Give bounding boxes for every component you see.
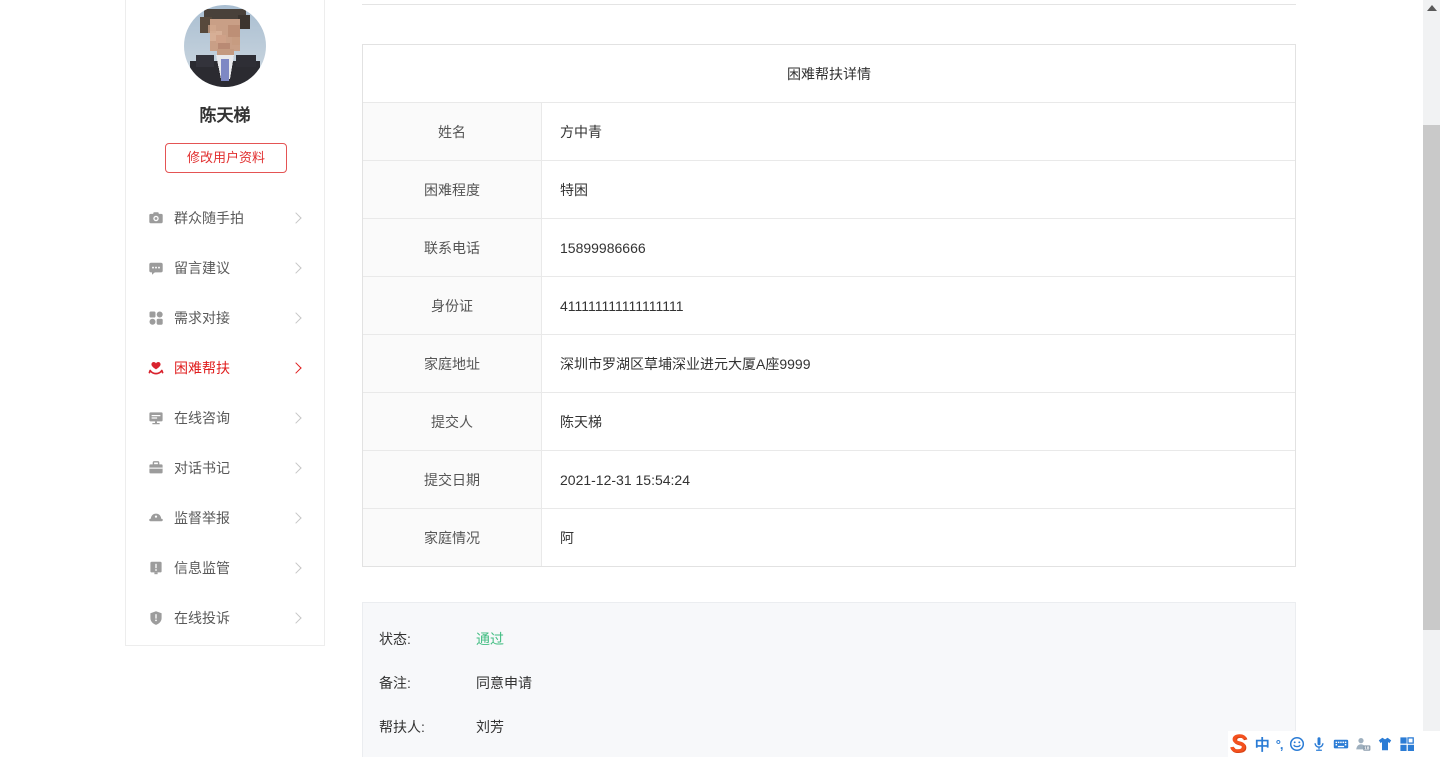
keyboard-icon[interactable]	[1333, 736, 1349, 752]
sogou-logo-icon[interactable]: S	[1230, 731, 1247, 757]
svg-text:18: 18	[1364, 746, 1370, 751]
sidebar-item-xinxi[interactable]: 信息监管	[126, 543, 324, 593]
row-value: 2021-12-31 15:54:24	[542, 451, 1295, 508]
row-value: 陈天梯	[542, 393, 1295, 450]
table-row: 联系电话 15899986666	[363, 218, 1295, 276]
detail-table-title: 困难帮扶详情	[363, 45, 1295, 102]
sidebar-item-suishoupai[interactable]: 群众随手拍	[126, 193, 324, 243]
police-cap-icon	[148, 510, 164, 526]
info-board-icon	[148, 560, 164, 576]
message-icon	[148, 260, 164, 276]
microphone-icon[interactable]	[1311, 736, 1327, 752]
chevron-right-icon	[290, 312, 301, 323]
scroll-up-arrow-icon[interactable]	[1427, 5, 1437, 11]
sidebar-item-label: 在线投诉	[174, 608, 292, 628]
helper-row: 帮扶人: 刘芳	[379, 705, 1279, 749]
chevron-right-icon	[290, 262, 301, 273]
avatar	[184, 5, 266, 87]
toolbox-grid-icon[interactable]	[1399, 736, 1415, 752]
passport-account-icon[interactable]: 18	[1355, 736, 1371, 752]
grid-icon	[148, 310, 164, 326]
briefcase-icon	[148, 460, 164, 476]
chevron-right-icon	[290, 362, 301, 373]
row-value: 411111111111111111	[542, 277, 1295, 334]
row-value: 特困	[542, 161, 1295, 218]
sidebar-item-label: 监督举报	[174, 508, 292, 528]
row-value: 深圳市罗湖区草埔深业进元大厦A座9999	[542, 335, 1295, 392]
row-value: 阿	[542, 509, 1295, 566]
sidebar-item-tousu[interactable]: 在线投诉	[126, 593, 324, 643]
sidebar-item-kunnanbangfu[interactable]: 困难帮扶	[126, 343, 324, 393]
sidebar-item-jiandu[interactable]: 监督举报	[126, 493, 324, 543]
punctuation-mode-icon[interactable]: °,	[1276, 737, 1283, 752]
sidebar-item-label: 需求对接	[174, 308, 292, 328]
sogou-ime-toolbar: S 中 °, 18	[1228, 731, 1440, 757]
status-badge: 通过	[476, 629, 504, 649]
content-top-divider	[362, 4, 1296, 5]
app-screen: 陈天梯 修改用户资料 群众随手拍	[0, 0, 1440, 757]
sidebar-menu: 群众随手拍 留言建议	[126, 193, 324, 643]
shield-alert-icon	[148, 610, 164, 626]
helper-value: 刘芳	[476, 717, 504, 737]
sidebar-item-label: 群众随手拍	[174, 208, 292, 228]
camera-icon	[148, 210, 164, 226]
row-label: 困难程度	[363, 161, 542, 218]
row-value: 15899986666	[542, 219, 1295, 276]
vertical-scrollbar[interactable]	[1423, 0, 1440, 757]
status-label: 状态:	[379, 629, 476, 649]
table-row: 姓名 方中青	[363, 102, 1295, 160]
table-row: 身份证 411111111111111111	[363, 276, 1295, 334]
chevron-right-icon	[290, 412, 301, 423]
status-row: 状态: 通过	[379, 617, 1279, 661]
sidebar-item-liuyan[interactable]: 留言建议	[126, 243, 324, 293]
chevron-right-icon	[290, 212, 301, 223]
review-status-panel: 状态: 通过 备注: 同意申请 帮扶人: 刘芳	[362, 602, 1296, 757]
chevron-right-icon	[290, 612, 301, 623]
assistance-detail-table: 困难帮扶详情 姓名 方中青 困难程度 特困 联系电话 15899986666 身…	[362, 44, 1296, 567]
table-row: 提交人 陈天梯	[363, 392, 1295, 450]
skin-shirt-icon[interactable]	[1377, 736, 1393, 752]
user-name: 陈天梯	[126, 101, 324, 126]
chinese-mode-icon[interactable]: 中	[1255, 734, 1270, 755]
row-label: 联系电话	[363, 219, 542, 276]
user-sidebar: 陈天梯 修改用户资料 群众随手拍	[125, 0, 325, 646]
table-row: 家庭情况 阿	[363, 508, 1295, 566]
sidebar-item-label: 在线咨询	[174, 408, 292, 428]
remark-label: 备注:	[379, 673, 476, 693]
sidebar-item-label: 信息监管	[174, 558, 292, 578]
chevron-right-icon	[290, 462, 301, 473]
chevron-right-icon	[290, 512, 301, 523]
remark-row: 备注: 同意申请	[379, 661, 1279, 705]
sidebar-item-zixun[interactable]: 在线咨询	[126, 393, 324, 443]
table-row: 困难程度 特困	[363, 160, 1295, 218]
sidebar-item-xuqiu[interactable]: 需求对接	[126, 293, 324, 343]
remark-value: 同意申请	[476, 673, 532, 693]
row-label: 家庭地址	[363, 335, 542, 392]
sidebar-item-shuji[interactable]: 对话书记	[126, 443, 324, 493]
emoji-icon[interactable]	[1289, 736, 1305, 752]
sidebar-item-label: 留言建议	[174, 258, 292, 278]
avatar-pixelated-photo	[184, 5, 266, 87]
row-label: 姓名	[363, 103, 542, 160]
helper-label: 帮扶人:	[379, 717, 476, 737]
sidebar-item-label: 困难帮扶	[174, 358, 292, 378]
monitor-icon	[148, 410, 164, 426]
scrollbar-thumb[interactable]	[1423, 125, 1440, 630]
table-row: 家庭地址 深圳市罗湖区草埔深业进元大厦A座9999	[363, 334, 1295, 392]
chevron-right-icon	[290, 562, 301, 573]
edit-profile-button[interactable]: 修改用户资料	[165, 143, 287, 173]
row-label: 提交日期	[363, 451, 542, 508]
row-value: 方中青	[542, 103, 1295, 160]
row-label: 家庭情况	[363, 509, 542, 566]
row-label: 身份证	[363, 277, 542, 334]
sidebar-item-label: 对话书记	[174, 458, 292, 478]
row-label: 提交人	[363, 393, 542, 450]
table-row: 提交日期 2021-12-31 15:54:24	[363, 450, 1295, 508]
heart-hands-icon	[148, 360, 164, 376]
